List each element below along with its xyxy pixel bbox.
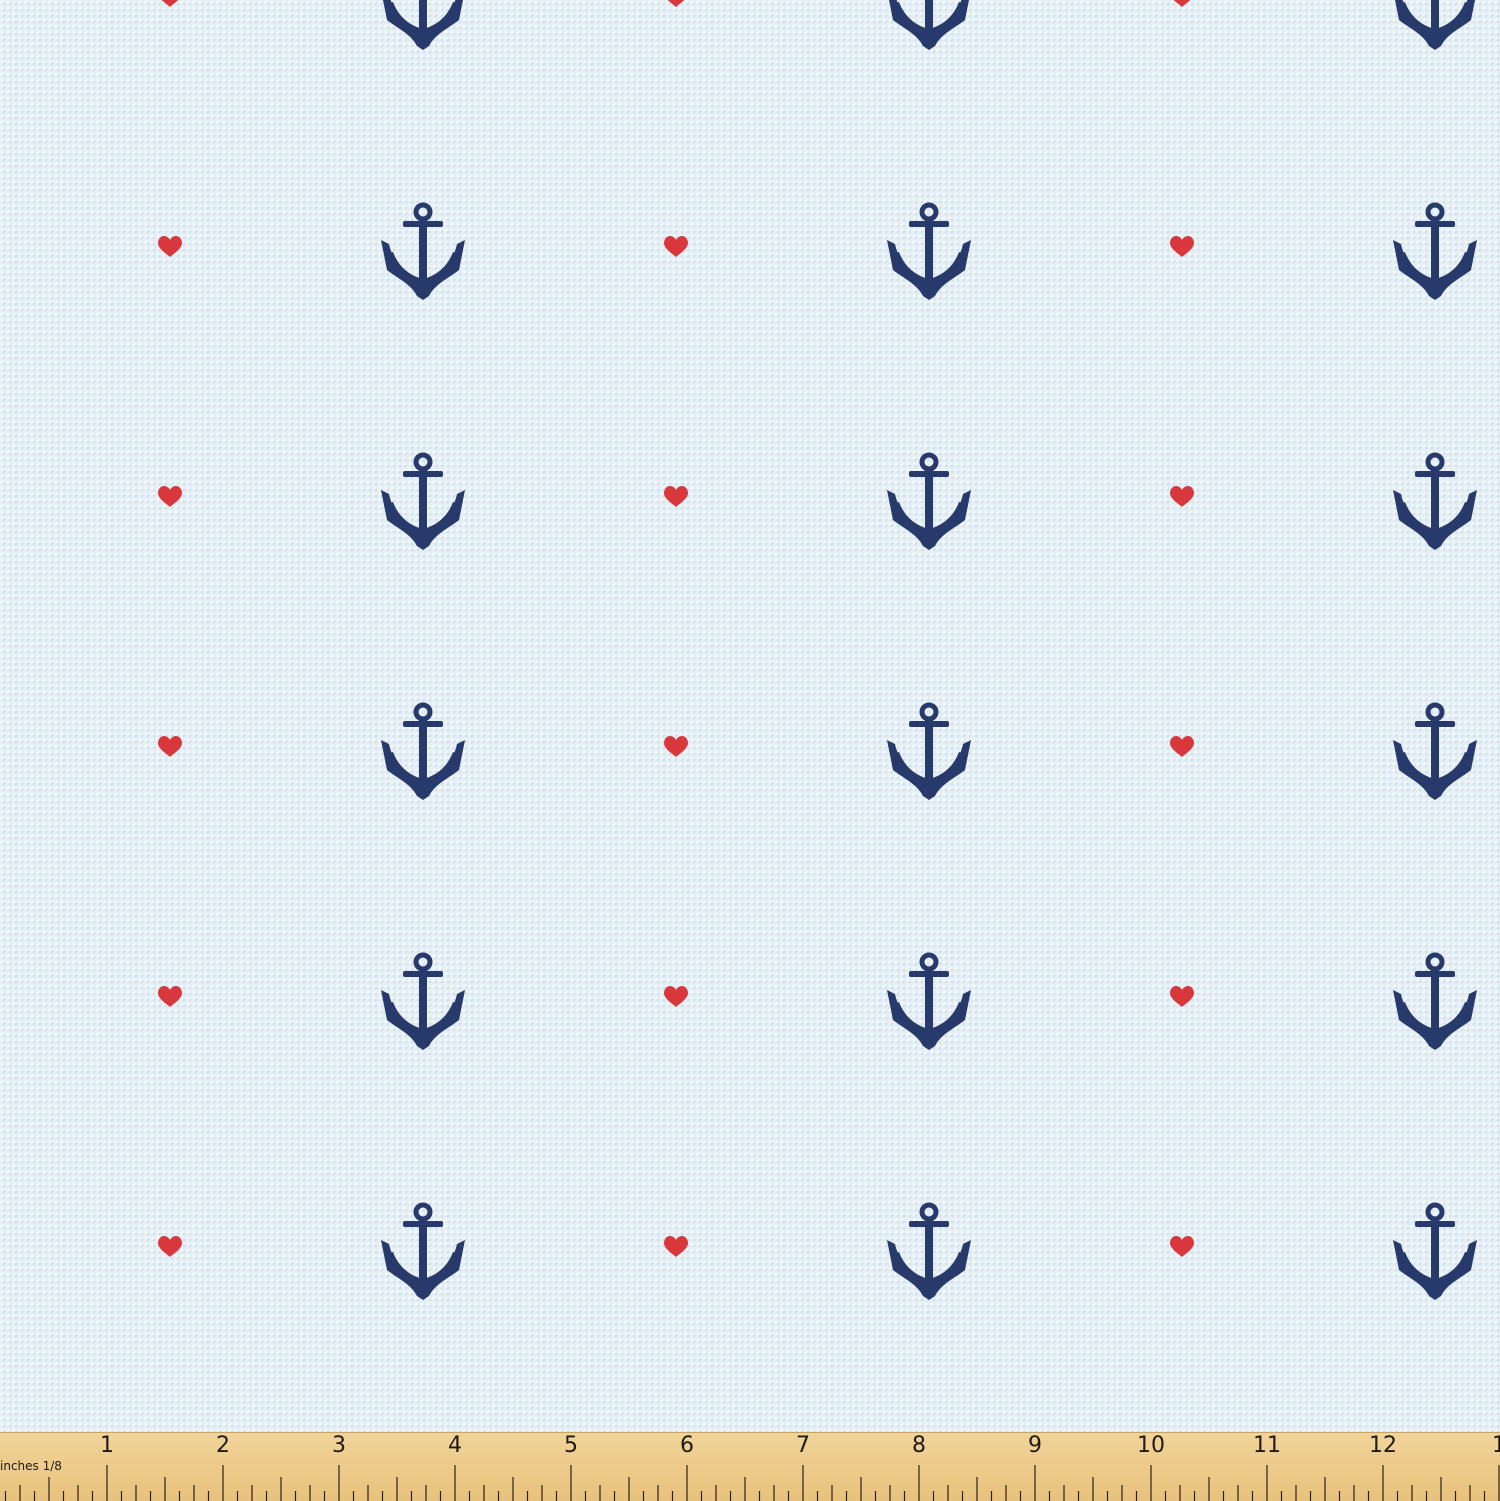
ruler-number: 4 [448,1433,462,1458]
heart-icon [1170,486,1194,507]
anchor-icon [887,955,971,1050]
heart-icon [664,736,688,757]
anchor-icon [1393,0,1477,50]
ruler-number: 8 [912,1433,926,1458]
heart-icon [664,986,688,1007]
anchor-icon [887,455,971,550]
heart-icon [664,486,688,507]
anchor-icon [381,205,465,300]
heart-icon [158,486,182,507]
heart-icon [664,0,688,7]
heart-icon [664,1236,688,1257]
heart-icon [158,0,182,7]
ruler-number: 10 [1137,1433,1165,1458]
heart-icon [158,986,182,1007]
ruler-number: 2 [216,1433,230,1458]
ruler-number: 5 [564,1433,578,1458]
ruler-units-label: inches 1/8 [0,1459,62,1473]
anchor-icon [381,455,465,550]
anchor-icon [381,955,465,1050]
anchor-icon [1393,455,1477,550]
heart-icon [158,236,182,257]
heart-icon [664,236,688,257]
anchor-icon [381,705,465,800]
ruler-number: 7 [796,1433,810,1458]
anchor-icon [887,0,971,50]
anchor-icon [381,1205,465,1300]
measuring-ruler: 1234567891011121 inches 1/8 [0,1432,1500,1501]
anchor-icon [1393,1205,1477,1300]
ruler-number: 3 [332,1433,346,1458]
ruler-number: 11 [1253,1433,1281,1458]
heart-icon [1170,1236,1194,1257]
ruler-number: 12 [1369,1433,1397,1458]
anchor-icon [1393,205,1477,300]
anchor-icon [381,0,465,50]
ruler-number: 1 [1492,1433,1500,1458]
heart-icon [1170,986,1194,1007]
fabric-swatch [0,0,1500,1432]
anchor-icon [887,705,971,800]
anchor-icon [887,205,971,300]
anchor-icon [1393,705,1477,800]
heart-icon [1170,0,1194,7]
ruler-number: 1 [100,1433,114,1458]
anchor-icon [1393,955,1477,1050]
heart-icon [158,1236,182,1257]
ruler-number: 9 [1028,1433,1042,1458]
anchor-icon [887,1205,971,1300]
heart-icon [1170,236,1194,257]
heart-icon [158,736,182,757]
motif-layer [158,0,1500,1432]
heart-icon [1170,736,1194,757]
ruler-number: 6 [680,1433,694,1458]
